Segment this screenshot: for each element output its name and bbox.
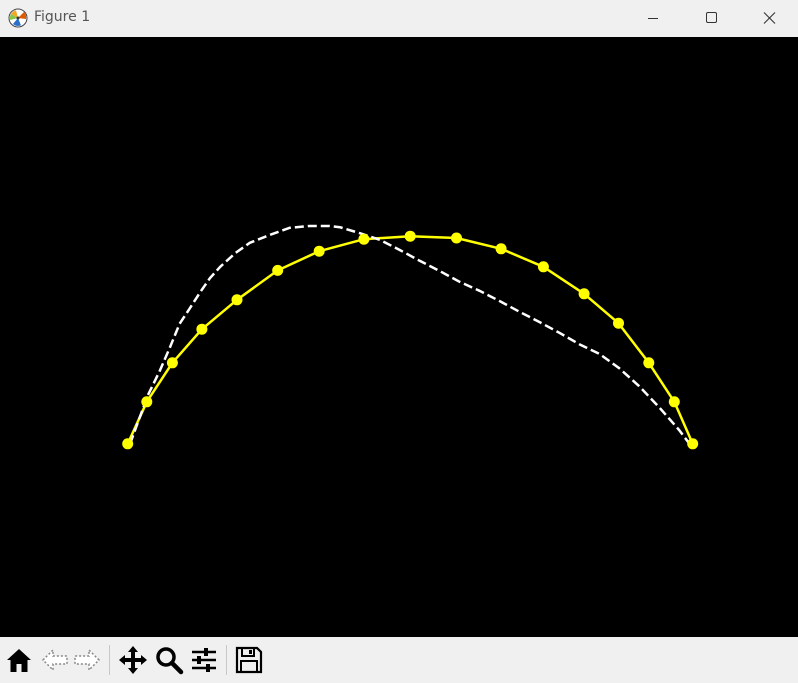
data-point-marker bbox=[272, 264, 284, 276]
maximize-button[interactable] bbox=[688, 0, 734, 37]
data-point-marker bbox=[687, 438, 699, 450]
close-button[interactable] bbox=[746, 0, 792, 37]
data-point-marker bbox=[668, 396, 680, 408]
close-icon bbox=[763, 12, 776, 24]
pan-icon bbox=[119, 646, 147, 674]
data-point-marker bbox=[451, 232, 462, 244]
configure-subplots-icon bbox=[192, 648, 216, 672]
data-point-marker bbox=[166, 357, 178, 369]
data-point-marker bbox=[358, 233, 370, 245]
data-point-marker bbox=[231, 294, 243, 306]
data-point-marker bbox=[613, 317, 624, 329]
back-button[interactable] bbox=[40, 645, 70, 675]
data-point-marker bbox=[122, 438, 134, 450]
marker-series-line bbox=[126, 234, 694, 445]
data-point-marker bbox=[643, 357, 655, 369]
forward-icon bbox=[74, 648, 101, 672]
save-icon bbox=[235, 646, 263, 674]
pan-button[interactable] bbox=[118, 645, 148, 675]
data-point-marker bbox=[313, 245, 325, 257]
zoom-icon bbox=[156, 647, 184, 675]
data-point-marker bbox=[495, 243, 507, 255]
toolbar-separator bbox=[109, 645, 110, 675]
zoom-button[interactable] bbox=[154, 645, 184, 675]
configure-subplots-button[interactable] bbox=[189, 645, 219, 675]
save-button[interactable] bbox=[234, 645, 264, 675]
navigation-toolbar bbox=[0, 637, 798, 683]
window-title: Figure 1 bbox=[34, 9, 91, 25]
back-icon bbox=[41, 648, 68, 672]
forward-button[interactable] bbox=[72, 645, 102, 675]
data-point-marker bbox=[141, 396, 153, 408]
figure-canvas[interactable] bbox=[0, 37, 798, 637]
data-point-marker bbox=[404, 230, 416, 242]
maximize-icon bbox=[706, 12, 717, 23]
minimize-button[interactable] bbox=[630, 0, 676, 37]
home-button[interactable] bbox=[4, 645, 34, 675]
minimize-icon bbox=[648, 18, 658, 19]
home-icon bbox=[7, 649, 31, 672]
matplotlib-app-icon bbox=[8, 8, 28, 28]
data-point-marker bbox=[196, 323, 208, 335]
data-point-marker bbox=[537, 261, 549, 273]
title-bar[interactable]: Figure 1 bbox=[0, 0, 798, 37]
data-point-marker bbox=[578, 288, 590, 300]
figure-window: Figure 1 bbox=[0, 0, 798, 683]
dashed-series-line bbox=[128, 224, 691, 445]
plot-area bbox=[122, 224, 699, 450]
toolbar-separator bbox=[226, 645, 227, 675]
